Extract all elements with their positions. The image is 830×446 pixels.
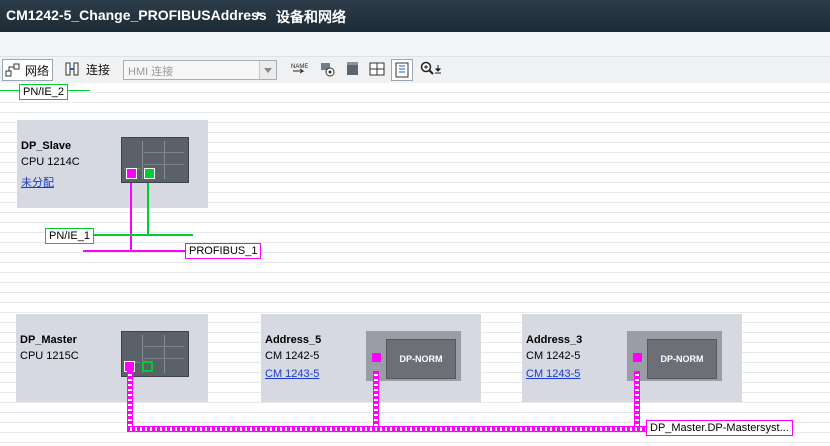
table-view-icon: [394, 62, 410, 78]
name-icon: NAME: [290, 61, 308, 77]
profibus-1-line[interactable]: [83, 250, 185, 252]
device-address-3[interactable]: Address_3 CM 1242-5 CM 1243-5 DP-NORM: [522, 314, 742, 402]
master-system-drop-dp-master[interactable]: [127, 371, 133, 430]
device-name: Address_5: [265, 334, 322, 346]
master-system-drop-address-5[interactable]: [373, 371, 379, 430]
zoom-icon: [420, 61, 441, 77]
device-type: CPU 1215C: [20, 350, 79, 362]
connections-button[interactable]: 连接: [64, 59, 110, 79]
connect-label: 连接: [86, 62, 111, 77]
pn-ie-1-line[interactable]: [83, 234, 193, 236]
device-address-5[interactable]: Address_5 CM 1242-5 CM 1243-5 DP-NORM: [261, 314, 481, 402]
cm-module: DP-NORM: [366, 331, 461, 381]
device-name: DP_Slave: [21, 140, 72, 152]
breadcrumb-separator: ▸: [257, 8, 263, 20]
properties-button[interactable]: [345, 59, 361, 79]
device-module-link[interactable]: CM 1243-5: [526, 368, 580, 380]
section-title: 设备和网络: [276, 9, 346, 25]
pn-ie-2-label[interactable]: PN/IE_2: [19, 84, 68, 100]
device-module-link[interactable]: CM 1243-5: [265, 368, 319, 380]
device-type: CM 1242-5: [265, 350, 320, 362]
device-assign-link[interactable]: 未分配: [21, 174, 54, 190]
cm-module: DP-NORM: [627, 331, 722, 381]
dp-norm-label: DP-NORM: [386, 339, 456, 379]
toolbar: 网络 连接 HMI 连接 NAME: [0, 57, 830, 84]
hmi-connection-value: HMI 连接: [128, 66, 174, 78]
network-view-button[interactable]: 网络: [2, 59, 54, 81]
profibus-drop[interactable]: [130, 183, 132, 252]
master-system-bus[interactable]: [127, 426, 647, 432]
grid-button[interactable]: [369, 59, 385, 79]
profinet-port[interactable]: [142, 361, 153, 372]
profibus-port[interactable]: [126, 168, 137, 179]
grid-icon: [369, 61, 385, 77]
project-title: CM1242-5_Change_PROFIBUSAddress: [6, 7, 267, 23]
network-view-icon: [5, 62, 21, 78]
profinet-port[interactable]: [144, 168, 155, 179]
svg-text:NAME: NAME: [291, 64, 308, 70]
network-canvas[interactable]: PN/IE_2 DP_Slave CPU 1214C 未分配 PN/IE_1 P…: [0, 83, 830, 446]
device-type: CPU 1214C: [21, 156, 80, 168]
master-system-drop-address-3[interactable]: [634, 371, 640, 430]
properties-icon: [345, 61, 361, 77]
table-view-button[interactable]: [391, 59, 413, 81]
zoom-button[interactable]: [420, 59, 441, 79]
network-label: 网络: [25, 63, 50, 78]
show-addresses-button[interactable]: [320, 59, 336, 79]
connections-icon: [64, 61, 80, 77]
pn-ie-1-label[interactable]: PN/IE_1: [45, 228, 94, 244]
device-name: DP_Master: [20, 334, 77, 346]
profibus-1-label[interactable]: PROFIBUS_1: [185, 243, 262, 259]
show-names-button[interactable]: NAME: [290, 59, 308, 79]
device-type: CM 1242-5: [526, 350, 581, 362]
profibus-port[interactable]: [633, 353, 642, 362]
profibus-port[interactable]: [372, 353, 381, 362]
hmi-connection-select[interactable]: HMI 连接: [123, 60, 277, 80]
dp-norm-label: DP-NORM: [647, 339, 717, 379]
device-dp-slave[interactable]: DP_Slave CPU 1214C 未分配: [17, 120, 208, 208]
show-addresses-icon: [320, 61, 336, 77]
master-system-label[interactable]: DP_Master.DP-Mastersyst...: [646, 420, 793, 436]
title-bar: CM1242-5_Change_PROFIBUSAddress ▸ 设备和网络: [0, 0, 830, 32]
profinet-drop[interactable]: [147, 183, 149, 235]
device-dp-master[interactable]: DP_Master CPU 1215C: [16, 314, 208, 402]
chevron-down-icon[interactable]: [259, 61, 276, 79]
tab-strip: [0, 32, 830, 57]
device-name: Address_3: [526, 334, 583, 346]
